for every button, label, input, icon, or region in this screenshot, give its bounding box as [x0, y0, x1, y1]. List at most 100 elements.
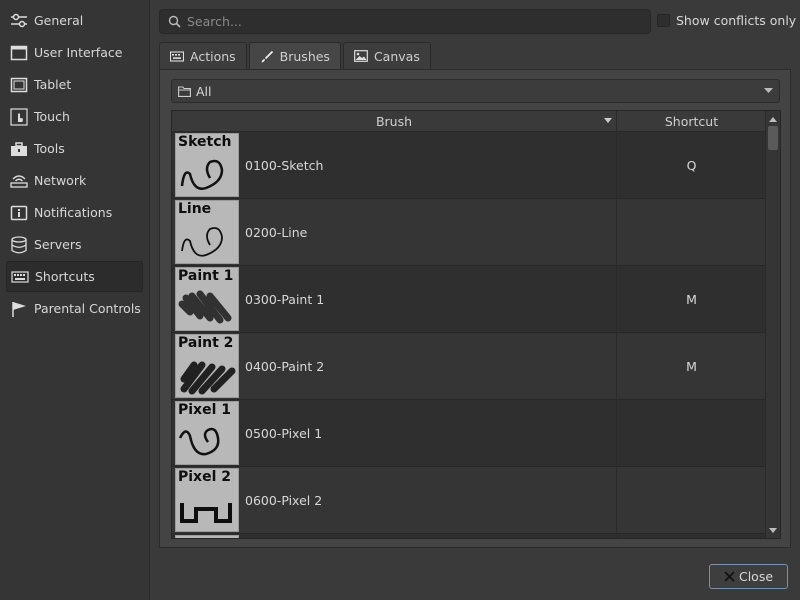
table-row[interactable] — [172, 534, 766, 538]
shortcut-cell[interactable] — [617, 199, 766, 265]
shortcut-cell[interactable]: M — [617, 266, 766, 332]
sidebar-item-label: Touch — [34, 109, 70, 124]
line-stroke-preview — [181, 227, 223, 257]
tablet-icon — [9, 75, 29, 95]
table-row[interactable]: Paint 2 0400-Paint 2 M — [172, 333, 766, 400]
vertical-scrollbar[interactable] — [765, 111, 780, 538]
sidebar-item-tablet[interactable]: Tablet — [6, 69, 143, 100]
info-icon — [9, 203, 29, 223]
toolbox-icon — [9, 139, 29, 159]
paint-stroke-preview — [180, 361, 236, 395]
paint-stroke-preview — [178, 290, 232, 324]
sidebar-item-user-interface[interactable]: User Interface — [6, 37, 143, 68]
brush-name: 0100-Sketch — [245, 157, 324, 173]
pixel-stroke-preview — [180, 503, 232, 523]
folder-icon — [178, 85, 191, 97]
brush-cell[interactable]: Sketch 0100-Sketch — [172, 132, 617, 198]
show-conflicts-checkbox[interactable]: Show conflicts only — [657, 13, 796, 28]
touch-icon — [9, 107, 29, 127]
table-row[interactable]: Line 0200-Line — [172, 199, 766, 266]
shortcut-cell[interactable] — [617, 467, 766, 533]
close-button-label: Close — [738, 569, 774, 584]
sidebar-item-touch[interactable]: Touch — [6, 101, 143, 132]
brush-name: 0500-Pixel 1 — [245, 425, 323, 441]
brush-name: 0600-Pixel 2 — [245, 492, 323, 508]
sidebar-item-network[interactable]: Network — [6, 165, 143, 196]
flag-icon — [9, 299, 29, 319]
sidebar-item-tools[interactable]: Tools — [6, 133, 143, 164]
tab-label: Brushes — [279, 49, 330, 64]
tab-label: Canvas — [373, 48, 420, 64]
brush-shortcuts-table: Brush Shortcut Sketch 0100-Sketch Q Line… — [171, 110, 781, 539]
sidebar-item-label: Tablet — [34, 77, 72, 92]
scroll-up-icon[interactable] — [768, 114, 778, 124]
brush-thumbnail: Paint 1 — [175, 267, 239, 331]
sidebar-item-servers[interactable]: Servers — [6, 229, 143, 260]
window-icon — [9, 43, 29, 63]
column-header-label: Brush — [375, 114, 413, 129]
brush-thumbnail: Pixel 1 — [175, 401, 239, 465]
sidebar: General User Interface Tablet Touch Tool… — [0, 0, 150, 600]
brush-cell[interactable]: Line 0200-Line — [172, 199, 617, 265]
brush-name: 0300-Paint 1 — [245, 291, 325, 307]
category-filter-dropdown[interactable]: All — [171, 79, 780, 103]
table-row[interactable]: Paint 1 0300-Paint 1 M — [172, 266, 766, 333]
tab-actions[interactable]: Actions — [159, 42, 247, 69]
brush-cell[interactable]: Paint 1 0300-Paint 1 — [172, 266, 617, 332]
table-row[interactable]: Pixel 2 0600-Pixel 2 — [172, 467, 766, 534]
show-conflicts-label: Show conflicts only — [676, 13, 797, 28]
column-header-label: Shortcut — [664, 114, 719, 129]
column-header-shortcut[interactable]: Shortcut — [617, 111, 766, 132]
shortcut-cell[interactable]: M — [617, 333, 766, 399]
pixel-stroke-preview — [178, 427, 220, 456]
sidebar-item-label: Servers — [34, 237, 82, 252]
search-box[interactable] — [159, 9, 651, 34]
sidebar-item-parental-controls[interactable]: Parental Controls — [6, 293, 143, 324]
search-icon — [168, 15, 181, 28]
shortcut-value: M — [686, 291, 697, 307]
tab-bar: Actions Brushes Canvas — [159, 42, 433, 70]
brush-thumbnail: Pixel 2 — [175, 468, 239, 532]
brush-thumbnail — [175, 535, 239, 538]
brushes-panel: All Brush Shortcut Sketch 0100-Sketch Q … — [159, 69, 791, 548]
scroll-down-icon[interactable] — [768, 525, 778, 535]
close-button[interactable]: Close — [709, 564, 788, 589]
sidebar-item-label: General — [34, 13, 84, 28]
sidebar-item-notifications[interactable]: Notifications — [6, 197, 143, 228]
keyboard-icon — [170, 50, 184, 62]
brush-name: 0200-Line — [245, 224, 308, 240]
keyboard-icon — [10, 267, 30, 287]
brush-cell[interactable]: Pixel 1 0500-Pixel 1 — [172, 400, 617, 466]
brush-cell[interactable]: Paint 2 0400-Paint 2 — [172, 333, 617, 399]
column-header-brush[interactable]: Brush — [172, 111, 617, 132]
main-area: Show conflicts only Actions Brushes Canv… — [150, 0, 800, 600]
brush-icon — [260, 50, 274, 64]
router-icon — [9, 171, 29, 191]
shortcut-cell[interactable]: Q — [617, 132, 766, 198]
sliders-icon — [9, 11, 29, 31]
sidebar-item-label: Parental Controls — [34, 301, 141, 316]
table-row[interactable]: Pixel 1 0500-Pixel 1 — [172, 400, 766, 467]
search-input[interactable] — [187, 14, 627, 29]
sidebar-item-label: Shortcuts — [35, 269, 95, 284]
checkbox-box[interactable] — [657, 14, 670, 27]
brush-thumbnail: Sketch — [175, 133, 239, 197]
sidebar-item-general[interactable]: General — [6, 5, 143, 36]
scrollbar-thumb[interactable] — [768, 126, 778, 150]
table-header: Brush Shortcut — [172, 111, 766, 132]
table-row[interactable]: Sketch 0100-Sketch Q — [172, 132, 766, 199]
brush-cell[interactable] — [172, 534, 617, 538]
shortcut-cell[interactable] — [617, 400, 766, 466]
table-body: Sketch 0100-Sketch Q Line 0200-Line Pain… — [172, 132, 766, 538]
sort-descending-icon — [604, 118, 612, 123]
sidebar-item-label: Notifications — [34, 205, 113, 220]
sidebar-item-label: Tools — [34, 141, 65, 156]
tab-canvas[interactable]: Canvas — [342, 42, 431, 69]
sidebar-item-shortcuts[interactable]: Shortcuts — [6, 261, 143, 292]
database-icon — [9, 235, 29, 255]
brush-thumbnail: Paint 2 — [175, 334, 239, 398]
shortcut-value: M — [686, 358, 697, 374]
brush-cell[interactable]: Pixel 2 0600-Pixel 2 — [172, 467, 617, 533]
shortcut-cell[interactable] — [617, 534, 766, 538]
tab-brushes[interactable]: Brushes — [248, 42, 341, 70]
